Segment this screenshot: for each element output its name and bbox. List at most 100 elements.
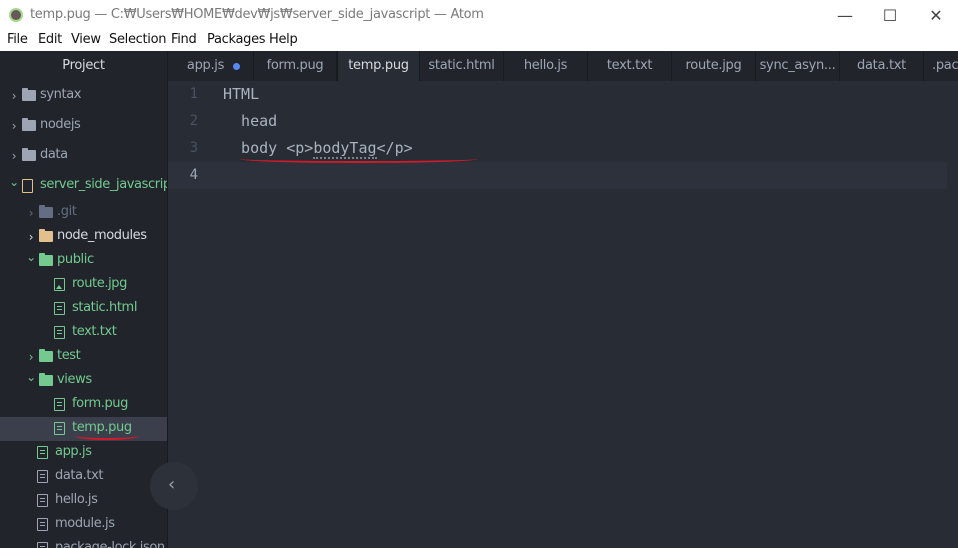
tab-hello-js[interactable]: hello.js: [504, 51, 588, 81]
red-underline-annotation: [75, 432, 139, 440]
tab-label: route.jpg: [685, 58, 742, 73]
file-icon: [37, 494, 48, 507]
tree-item-label: public: [57, 252, 94, 267]
tree-item-text-txt[interactable]: text.txt: [0, 321, 167, 345]
tree-item-label: module.js: [55, 516, 115, 531]
tab-route-jpg[interactable]: route.jpg: [672, 51, 756, 81]
minimize-button[interactable]: —: [822, 0, 868, 30]
line-number: 4: [189, 167, 198, 183]
tree-item-label: text.txt: [72, 324, 117, 339]
tree-item-label: data: [40, 147, 68, 162]
file-icon: [37, 470, 48, 483]
menu-bar: File Edit View Selection Find Packages H…: [0, 30, 958, 51]
tab-label: hello.js: [523, 58, 568, 73]
tree-item-nodejs[interactable]: › nodejs: [0, 114, 167, 138]
tab-package[interactable]: .pack: [924, 51, 958, 81]
tab-label: sync_asyn...: [759, 58, 836, 73]
line-number: 3: [189, 140, 198, 156]
tree-item-label: data.txt: [55, 468, 104, 483]
line-number: 2: [189, 113, 198, 129]
project-tree-panel: Project › syntax › nodejs › data ⌄ server_side_…: [0, 51, 168, 548]
tab-app-js[interactable]: app.js: [168, 51, 254, 81]
tree-item-views[interactable]: ⌄ views: [0, 369, 167, 393]
maximize-button[interactable]: ☐: [867, 0, 913, 30]
tree-item-data-txt[interactable]: data.txt: [0, 465, 167, 489]
file-icon: [54, 398, 65, 411]
file-icon: [37, 542, 48, 548]
folder-icon: [22, 88, 36, 101]
window-title: temp.pug — C:₩Users₩HOME₩dev₩js₩server_s…: [30, 7, 484, 22]
tree-item-package-lock-json[interactable]: package-lock.json: [0, 537, 167, 548]
tree-item-label: views: [57, 372, 92, 387]
tree-item-label: app.js: [55, 444, 92, 459]
tree-item-node-modules[interactable]: › node_modules: [0, 225, 167, 249]
menu-packages[interactable]: Packages: [207, 32, 266, 47]
close-button[interactable]: ✕: [913, 0, 958, 30]
tree-item-git[interactable]: › .git: [0, 201, 167, 225]
tree-item-module-js[interactable]: module.js: [0, 513, 167, 537]
tree-item-label: form.pug: [72, 396, 128, 411]
folder-icon: [39, 205, 53, 218]
chevron-right-icon[interactable]: ›: [25, 201, 37, 225]
atom-app-icon: [9, 8, 23, 22]
repo-icon: [22, 179, 33, 193]
tree-item-hello-js[interactable]: hello.js: [0, 489, 167, 513]
menu-find[interactable]: Find: [171, 32, 197, 47]
tab-sync-async[interactable]: sync_asyn...: [756, 51, 840, 81]
tree-item-label: nodejs: [40, 117, 81, 132]
tree-item-label: hello.js: [55, 492, 98, 507]
red-underline-annotation: [240, 155, 478, 163]
tab-form-pug[interactable]: form.pug: [254, 51, 337, 81]
collapse-panel-button[interactable]: ‹: [150, 462, 198, 510]
tree-item-test[interactable]: › test: [0, 345, 167, 369]
tree-item-form-pug[interactable]: form.pug: [0, 393, 167, 417]
menu-selection[interactable]: Selection: [109, 32, 167, 47]
code-line-1: HTML: [223, 85, 260, 103]
chevron-right-icon[interactable]: ›: [8, 114, 20, 138]
tab-label: form.pug: [266, 58, 324, 73]
text-editor[interactable]: 1 2 3 4 HTML head body <p>bodyTag</p>: [168, 81, 958, 548]
tree-item-syntax[interactable]: › syntax: [0, 84, 167, 108]
tab-static-html[interactable]: static.html: [420, 51, 504, 81]
tree-item-app-js[interactable]: app.js: [0, 441, 167, 465]
chevron-right-icon[interactable]: ›: [25, 225, 37, 249]
menu-help[interactable]: Help: [269, 32, 298, 47]
folder-icon: [39, 373, 53, 386]
tree-item-data[interactable]: › data: [0, 144, 167, 168]
menu-file[interactable]: File: [7, 32, 28, 47]
file-icon: [37, 446, 48, 459]
tab-bar: app.js form.pug temp.pug static.html hel…: [168, 51, 958, 81]
menu-view[interactable]: View: [71, 32, 101, 47]
folder-icon: [39, 349, 53, 362]
chevron-down-icon[interactable]: ⌄: [8, 174, 20, 198]
code-line-2: head: [223, 112, 278, 130]
tab-label: data.txt: [857, 58, 906, 73]
tree-item-label: route.jpg: [72, 276, 127, 291]
tree-item-label: .git: [57, 204, 77, 219]
tree-item-label: static.html: [72, 300, 138, 315]
tree-item-server-side-javascript[interactable]: ⌄ server_side_javascript: [0, 174, 167, 198]
chevron-down-icon[interactable]: ⌄: [25, 249, 37, 273]
tree-item-route-jpg[interactable]: route.jpg: [0, 273, 167, 297]
chevron-left-icon: ‹: [168, 474, 176, 495]
tab-label: app.js: [186, 58, 225, 73]
tree-item-static-html[interactable]: static.html: [0, 297, 167, 321]
chevron-right-icon[interactable]: ›: [8, 144, 20, 168]
tab-data-txt[interactable]: data.txt: [840, 51, 924, 81]
menu-edit[interactable]: Edit: [38, 32, 62, 47]
chevron-down-icon[interactable]: ⌄: [25, 369, 37, 393]
panel-title: Project: [62, 58, 105, 73]
tree-item-public[interactable]: ⌄ public: [0, 249, 167, 273]
tab-temp-pug[interactable]: temp.pug: [337, 51, 420, 81]
folder-icon: [39, 229, 53, 242]
tab-text-txt[interactable]: text.txt: [588, 51, 672, 81]
chevron-right-icon[interactable]: ›: [25, 345, 37, 369]
image-file-icon: [54, 278, 65, 291]
tree-item-label: syntax: [40, 87, 82, 102]
tree-item-label: package-lock.json: [55, 540, 165, 548]
file-icon: [37, 518, 48, 531]
chevron-right-icon[interactable]: ›: [8, 84, 20, 108]
tree-item-label: node_modules: [57, 228, 147, 243]
tab-label: temp.pug: [348, 58, 409, 73]
folder-icon: [39, 253, 53, 266]
